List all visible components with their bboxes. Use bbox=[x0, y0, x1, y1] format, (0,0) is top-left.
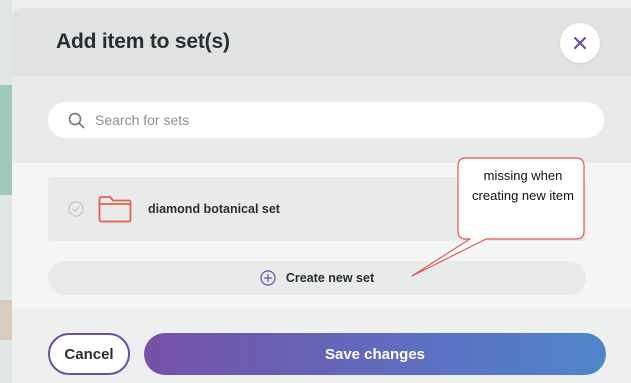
close-button[interactable] bbox=[560, 23, 600, 63]
set-name: diamond botanical set bbox=[148, 202, 280, 216]
background-content bbox=[0, 85, 12, 195]
screen: Add item to set(s) Search for sets diamo… bbox=[0, 0, 631, 383]
close-icon bbox=[573, 36, 587, 50]
create-new-set-button[interactable]: Create new set bbox=[48, 261, 586, 295]
save-changes-button[interactable]: Save changes bbox=[144, 333, 606, 375]
unchecked-circle-icon[interactable] bbox=[68, 201, 84, 217]
search-input[interactable] bbox=[95, 112, 575, 128]
modal-footer: Cancel Save changes bbox=[12, 308, 631, 383]
create-new-set-label: Create new set bbox=[285, 271, 375, 285]
modal-header: Add item to set(s) bbox=[12, 8, 631, 76]
search-icon bbox=[68, 112, 85, 128]
background-content bbox=[0, 300, 12, 340]
annotation-text: missing when creating new item bbox=[472, 168, 574, 203]
modal-title: Add item to set(s) bbox=[56, 30, 230, 53]
folder-icon bbox=[98, 196, 132, 223]
search-field[interactable] bbox=[48, 102, 604, 138]
cancel-button[interactable]: Cancel bbox=[48, 333, 130, 375]
plus-circle-icon bbox=[260, 270, 276, 286]
background-page bbox=[0, 0, 12, 383]
